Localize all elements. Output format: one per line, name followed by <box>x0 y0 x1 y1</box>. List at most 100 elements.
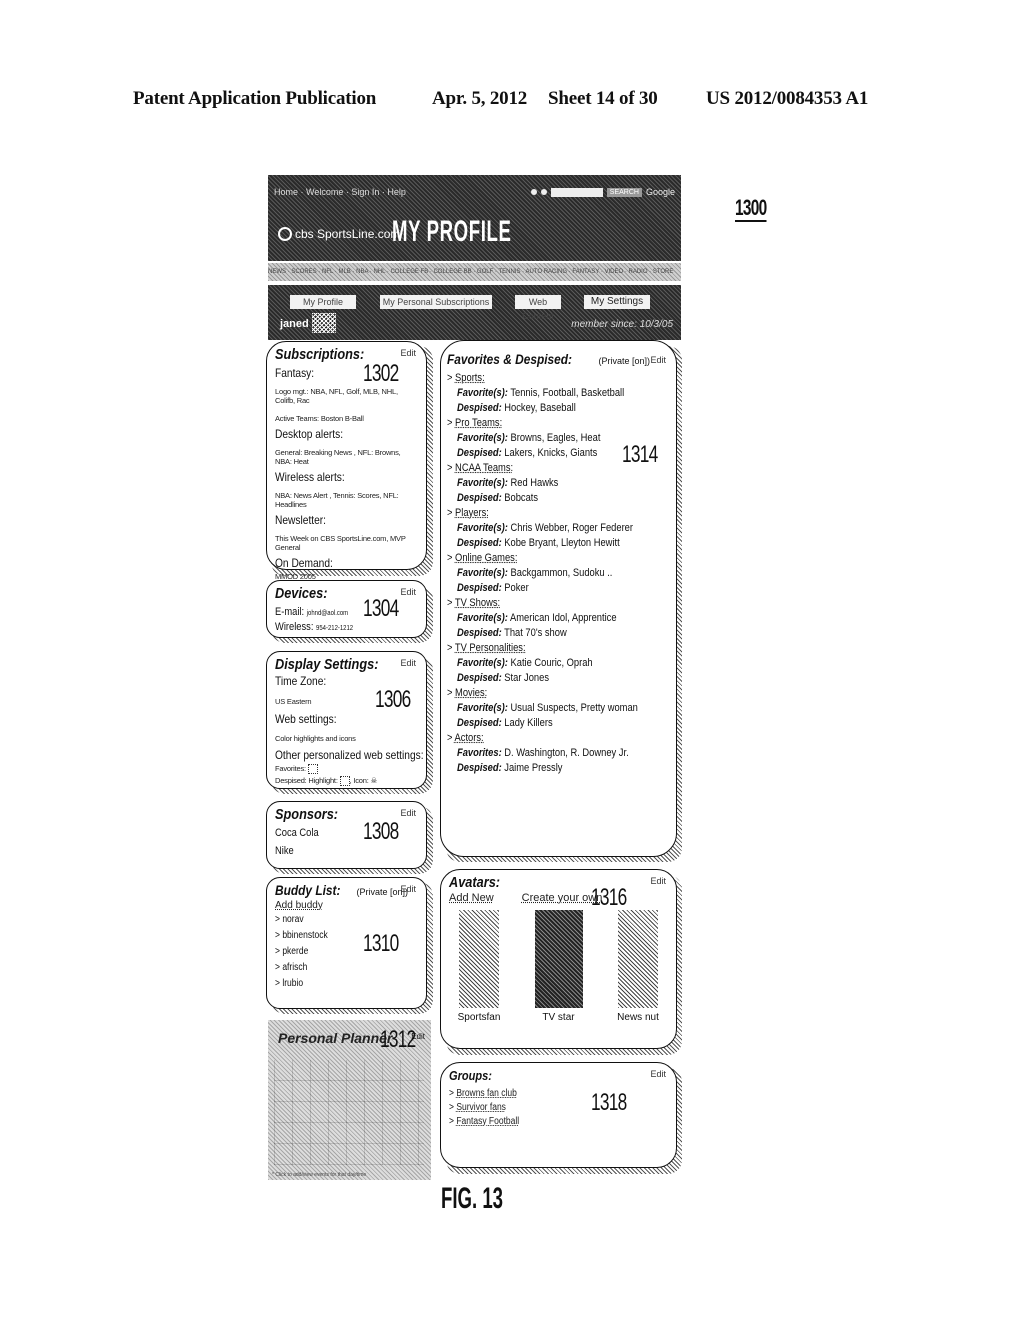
favorites-row: Favorite(s): Katie Couric, Oprah <box>457 657 638 669</box>
despised-label: Despised: <box>457 492 502 504</box>
despised-highlight-icon <box>339 776 350 787</box>
despised-label: Despised: <box>457 672 502 684</box>
edit-link[interactable]: Edit <box>411 1032 425 1041</box>
category-name[interactable]: Sports: <box>455 372 485 384</box>
despised-row: Despised: Lady Killers <box>457 717 638 729</box>
edit-link[interactable]: Edit <box>650 1069 666 1079</box>
category-name[interactable]: NCAA Teams: <box>455 462 513 474</box>
favorites-category[interactable]: > Sports: <box>447 372 637 384</box>
avatar-option[interactable]: Sportsfan <box>455 910 503 1023</box>
favorites-category[interactable]: > TV Personalities: <box>447 642 637 654</box>
reference-number: 1316 <box>591 884 627 911</box>
user-avatar-icon <box>312 313 336 333</box>
search-input[interactable] <box>550 187 603 197</box>
favorites-row: Favorite(s): Chris Webber, Roger Federer <box>457 522 638 534</box>
on-demand-label: On Demand: <box>275 556 333 570</box>
edit-link[interactable]: Edit <box>650 355 666 365</box>
despised-row: Despised: Hockey, Baseball <box>457 402 638 414</box>
top-links[interactable]: Home · Welcome · Sign In · Help <box>274 187 406 197</box>
add-new-avatar-link[interactable]: Add New <box>449 892 494 904</box>
card-title: Buddy List: <box>275 882 341 898</box>
group-link[interactable]: Survivor fans <box>456 1102 506 1113</box>
favorites-category[interactable]: > TV Shows: <box>447 597 637 609</box>
category-name[interactable]: Online Games: <box>455 552 517 564</box>
card-title: Avatars: <box>449 874 501 891</box>
my-settings-button[interactable]: My Settings <box>584 295 650 309</box>
despised-value: Kobe Bryant, Lleyton Hewitt <box>504 537 620 549</box>
despised-row: Despised: Jaime Pressly <box>457 762 638 774</box>
category-name[interactable]: Actors: <box>455 732 484 744</box>
username: janed <box>280 318 309 330</box>
category-name[interactable]: Pro Teams: <box>455 417 502 429</box>
edit-link[interactable]: Edit <box>400 587 416 597</box>
edit-link[interactable]: Edit <box>400 884 416 894</box>
group-link[interactable]: Browns fan club <box>456 1088 516 1099</box>
category-name[interactable]: TV Shows: <box>455 597 500 609</box>
favorite-highlight-icon <box>307 764 318 775</box>
favorites-category[interactable]: > Pro Teams: <box>447 417 637 429</box>
radio-site[interactable] <box>530 189 537 195</box>
category-name[interactable]: TV Personalities: <box>455 642 526 654</box>
wireless-value: 954-212-1212 <box>316 625 354 632</box>
edit-link[interactable]: Edit <box>650 876 666 886</box>
buddy-item[interactable]: > norav <box>275 914 397 925</box>
add-buddy-link[interactable]: Add buddy <box>275 900 418 911</box>
buddy-item[interactable]: > pkerde <box>275 946 397 957</box>
avatars-card: Avatars: Edit 1316 Add New Create your o… <box>440 869 677 1049</box>
card-title: Groups: <box>449 1068 492 1083</box>
fantasy-line-2: Active Teams: Boston B-Ball <box>275 414 364 423</box>
cbs-eye-icon <box>278 227 292 241</box>
avatar-option[interactable]: News nut <box>614 910 662 1023</box>
favorite-label: Favorite(s): <box>457 612 508 624</box>
groups-card: Groups: Edit 1318 > Browns fan club > Su… <box>440 1062 677 1168</box>
favorites-category[interactable]: > NCAA Teams: <box>447 462 637 474</box>
favorites-despised-card: Favorites & Despised: (Private [on]) Edi… <box>440 340 677 857</box>
privacy-status[interactable]: (Private [on]) <box>599 356 651 366</box>
wireless-alerts-line: NBA: News Alert , Tennis: Scores, NFL: H… <box>275 491 399 509</box>
member-since: member since: 10/3/05 <box>571 319 673 330</box>
favorite-label: Favorite(s): <box>457 657 508 669</box>
search-button[interactable]: SEARCH <box>606 187 642 197</box>
category-name[interactable]: Players: <box>455 507 489 519</box>
buddy-item[interactable]: > bbinenstock <box>275 930 397 941</box>
despised-label: Despised: <box>457 717 502 729</box>
despised-value: Hockey, Baseball <box>504 402 576 414</box>
card-title: Display Settings: <box>275 656 379 673</box>
despised-highlight-label: Despised: Highlight: <box>275 776 338 786</box>
favorites-category[interactable]: > Online Games: <box>447 552 637 564</box>
favorite-value: Tennis, Football, Basketball <box>510 387 625 399</box>
subscriptions-card: Subscriptions: Edit 1302 Fantasy: Logo m… <box>266 341 427 581</box>
reference-number: 1306 <box>375 686 411 713</box>
edit-link[interactable]: Edit <box>400 348 416 358</box>
search-area: SEARCH Google <box>530 187 675 197</box>
favorite-value: Red Hawks <box>510 477 559 489</box>
despised-row: Despised: Poker <box>457 582 638 594</box>
web-content-button[interactable]: Web Content <box>515 295 561 321</box>
buddy-list-card: Buddy List: (Private [on]) Edit 1310 Add… <box>266 877 427 1009</box>
buddy-item[interactable]: > lrubio <box>275 978 397 989</box>
devices-card: Devices: Edit 1304 E-mail: johnd@aol.com… <box>266 580 427 638</box>
my-subscriptions-button[interactable]: My Personal Subscriptions <box>380 295 492 309</box>
buddy-item[interactable]: > afrisch <box>275 962 397 973</box>
my-profile-button[interactable]: My Profile <box>290 295 356 309</box>
group-link[interactable]: Fantasy Football <box>456 1116 519 1127</box>
avatar-option[interactable]: TV star <box>534 910 583 1023</box>
favorites-category[interactable]: > Movies: <box>447 687 637 699</box>
avatar-label: Sportsfan <box>457 1012 501 1023</box>
planner-calendar-grid[interactable] <box>274 1060 424 1165</box>
favorites-category[interactable]: > Actors: <box>447 732 637 744</box>
site-logo[interactable]: cbs SportsLine.com <box>278 227 400 241</box>
favorites-category[interactable]: > Players: <box>447 507 637 519</box>
favorites-row: Favorite(s): Tennis, Football, Basketbal… <box>457 387 638 399</box>
edit-link[interactable]: Edit <box>400 658 416 668</box>
radio-web[interactable] <box>540 189 547 195</box>
page-title: MY PROFILE <box>392 215 512 248</box>
edit-link[interactable]: Edit <box>400 808 416 818</box>
despised-row: Despised: Lakers, Knicks, Giants <box>457 447 638 459</box>
newsletter-label: Newsletter: <box>275 513 327 527</box>
despised-label: Despised: <box>457 447 502 459</box>
sub-navigation[interactable]: NEWS · SCORES · NFL · MLB · NBA · NHL · … <box>268 263 681 281</box>
sponsor-item: Nike <box>275 845 294 857</box>
other-settings-label: Other personalized web settings: <box>275 748 424 762</box>
category-name[interactable]: Movies: <box>455 687 487 699</box>
